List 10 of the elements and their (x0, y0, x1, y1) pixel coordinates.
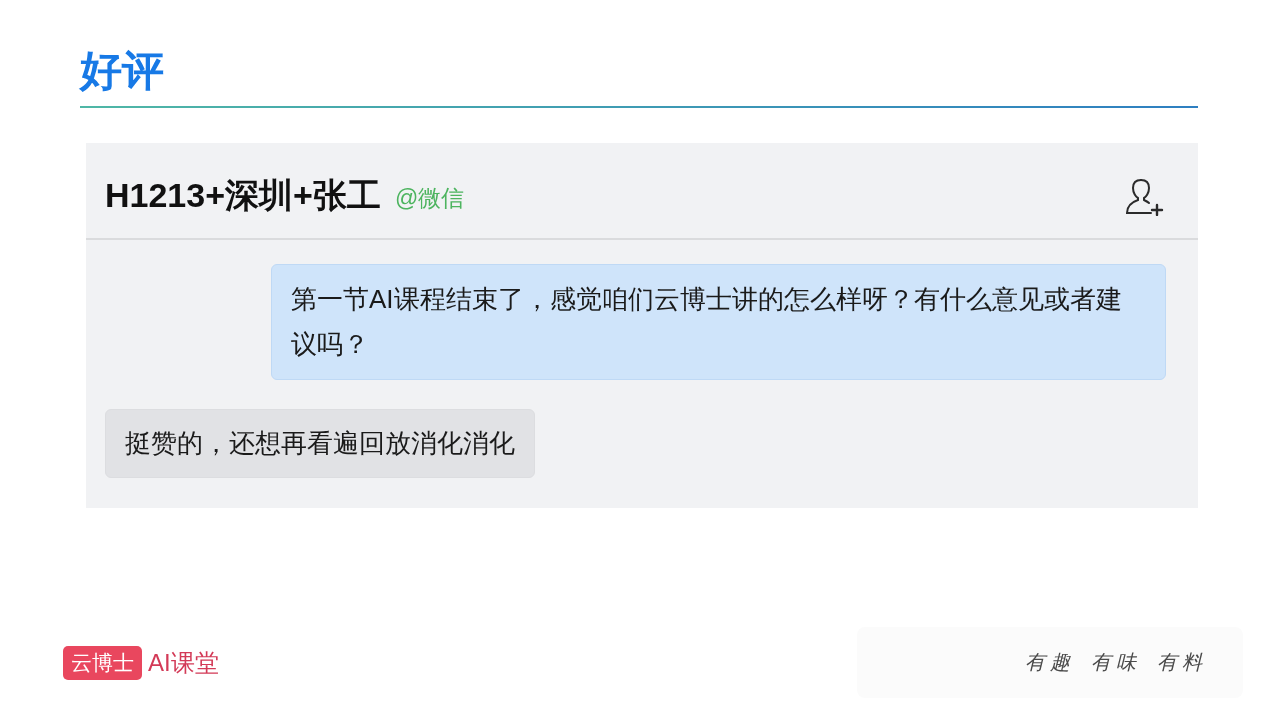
slide-title: 好评 (80, 46, 164, 96)
slogan-text: 有味 (1091, 650, 1141, 675)
brand-logo: 云博士 (63, 645, 142, 680)
slogan-text: 有趣 (1025, 650, 1075, 675)
received-message-bubble: 挺赞的，还想再看遍回放消化消化 (105, 409, 535, 478)
slogan-text: 有料 (1157, 650, 1207, 675)
contact-source: @微信 (394, 184, 465, 213)
contact-name: H1213+深圳+张工 (105, 174, 381, 216)
sent-message-bubble: 第一节AI课程结束了，感觉咱们云博士讲的怎么样呀？有什么意见或者建议吗？ (271, 264, 1166, 380)
brand-name: AI课堂 (148, 647, 219, 678)
